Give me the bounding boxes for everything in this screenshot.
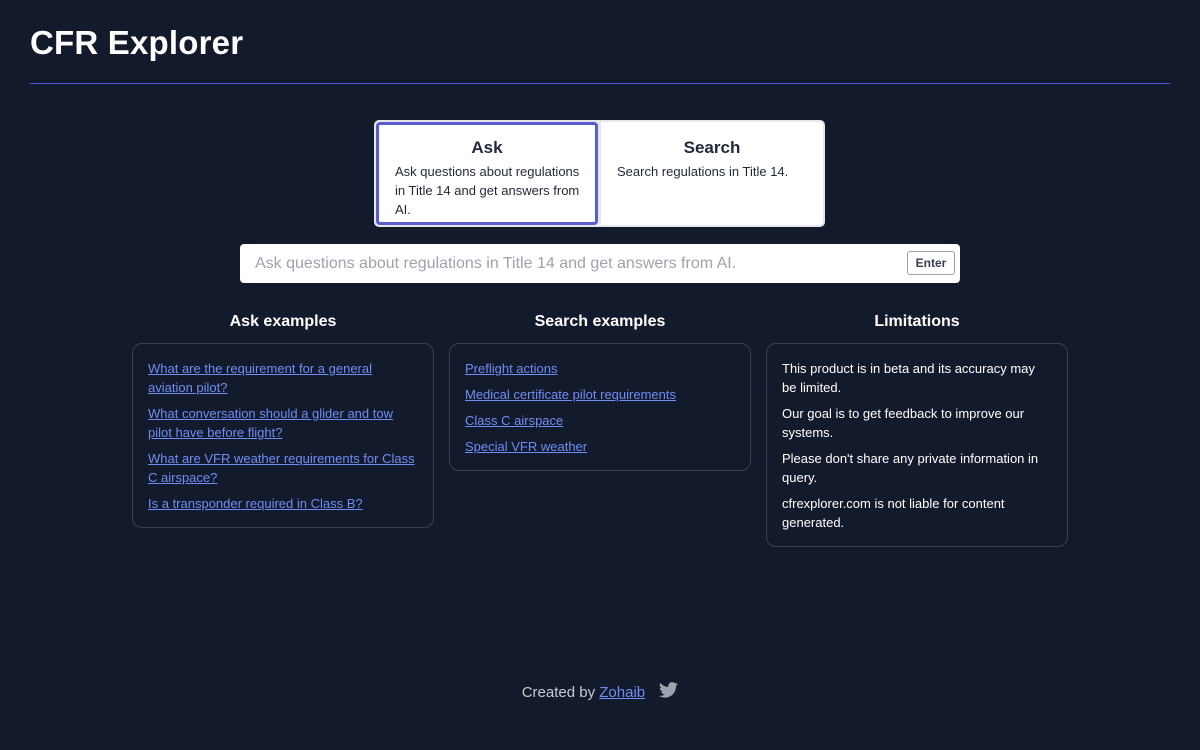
footer-prefix: Created by (521, 684, 596, 701)
ask-example-link[interactable]: What are the requirement for a general a… (148, 359, 418, 397)
tab-ask-title: Ask (471, 138, 503, 157)
footer: Created by Zohaib (0, 681, 1200, 702)
limitations-card: This product is in beta and its accuracy… (766, 343, 1068, 547)
tab-search-description: Search regulations in Title 14. (617, 164, 789, 179)
search-examples-title: Search examples (534, 313, 666, 330)
query-input[interactable] (240, 244, 900, 283)
limitation-item: Please don't share any private informati… (782, 451, 1039, 485)
search-examples-card: Preflight actions Medical certificate pi… (449, 343, 751, 471)
ask-example-link[interactable]: Is a transponder required in Class B? (148, 494, 418, 513)
limitations-section: Limitations This product is in beta and … (766, 312, 1068, 547)
enter-button[interactable]: Enter (907, 251, 955, 275)
limitation-item: cfrexplorer.com is not liable for conten… (782, 496, 1005, 530)
ask-examples-section: Ask examples What are the requirement fo… (132, 312, 434, 528)
author-link[interactable]: Zohaib (599, 684, 645, 701)
tab-search-title: Search (683, 138, 741, 157)
search-example-link[interactable]: Special VFR weather (465, 437, 735, 456)
search-examples-section: Search examples Preflight actions Medica… (449, 312, 751, 471)
header: CFR Explorer (30, 0, 1170, 84)
limitation-item: Our goal is to get feedback to improve o… (782, 406, 1025, 440)
query-bar: Enter (240, 244, 960, 283)
ask-example-link[interactable]: What conversation should a glider and to… (148, 404, 418, 442)
app-title: CFR Explorer (30, 24, 244, 61)
ask-examples-title: Ask examples (229, 313, 337, 330)
search-example-link[interactable]: Class C airspace (465, 411, 735, 430)
tab-ask[interactable]: Ask Ask questions about regulations in T… (376, 122, 598, 225)
tab-ask-description: Ask questions about regulations in Title… (395, 164, 580, 217)
ask-examples-card: What are the requirement for a general a… (132, 343, 434, 528)
twitter-icon[interactable] (659, 681, 679, 702)
tab-search[interactable]: Search Search regulations in Title 14. (601, 122, 823, 225)
search-example-link[interactable]: Medical certificate pilot requirements (465, 385, 735, 404)
mode-tabs: Ask Ask questions about regulations in T… (374, 120, 825, 227)
limitation-item: This product is in beta and its accuracy… (782, 361, 1035, 395)
search-example-link[interactable]: Preflight actions (465, 359, 735, 378)
limitations-title: Limitations (874, 313, 960, 330)
ask-example-link[interactable]: What are VFR weather requirements for Cl… (148, 449, 418, 487)
